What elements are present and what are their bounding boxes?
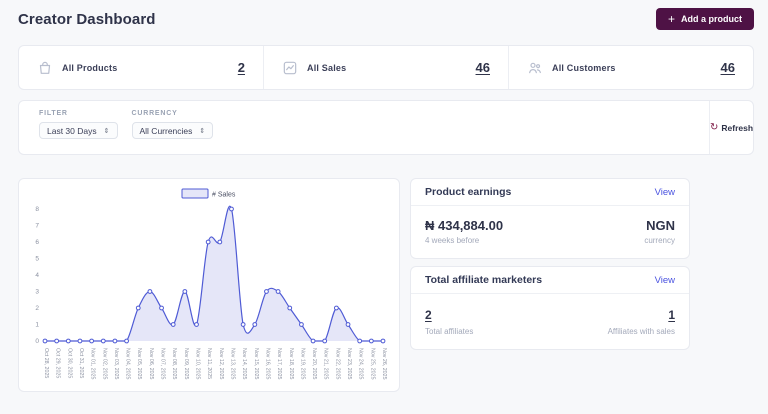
bag-icon (37, 60, 53, 76)
affiliate-marketers-card: Total affiliate marketers View 2 Total a… (410, 266, 690, 350)
svg-text:Oct 28, 2025: Oct 28, 2025 (43, 348, 49, 378)
filter-field: FILTER Last 30 Days ⇕ (39, 110, 118, 154)
svg-text:Nov 08, 2025: Nov 08, 2025 (171, 348, 177, 380)
all-products-count-link[interactable]: 2 (238, 60, 245, 75)
svg-text:Nov 07, 2025: Nov 07, 2025 (160, 348, 166, 380)
earnings-period: 4 weeks before (425, 236, 480, 245)
refresh-button[interactable]: ↻ Refresh (709, 121, 754, 133)
svg-text:Nov 13, 2025: Nov 13, 2025 (229, 348, 235, 380)
creator-dashboard-page: Creator Dashboard + Add a product All Pr… (0, 0, 768, 392)
card-header: Product earnings View (411, 179, 689, 206)
updown-arrows-icon: ⇕ (199, 127, 206, 135)
filter-select-value: Last 30 Days (47, 125, 97, 136)
svg-text:4: 4 (35, 272, 39, 279)
main-content: 0 1 2 3 4 5 6 7 8 Oct 28, 2025 Oct 29, 2025 Oct 30,… (18, 178, 754, 392)
stats-row: All Products 2 All Sales 46 All Customer… (18, 45, 754, 90)
filter-fields: FILTER Last 30 Days ⇕ CURRENCY All Curre… (19, 101, 709, 154)
svg-text:Nov 14, 2025: Nov 14, 2025 (241, 348, 247, 380)
svg-text:0: 0 (35, 338, 39, 345)
stat-all-customers: All Customers 46 (509, 46, 753, 89)
svg-text:2: 2 (35, 305, 39, 312)
stat-label: All Sales (307, 62, 347, 73)
svg-text:Nov 03, 2025: Nov 03, 2025 (113, 348, 119, 380)
svg-text:Nov 19, 2025: Nov 19, 2025 (299, 348, 305, 380)
svg-text:8: 8 (35, 206, 39, 213)
svg-text:Nov 09, 2025: Nov 09, 2025 (183, 348, 189, 380)
svg-text:Nov 15, 2025: Nov 15, 2025 (253, 348, 259, 380)
svg-text:1: 1 (35, 322, 39, 329)
all-sales-count-link[interactable]: 46 (476, 60, 490, 75)
svg-text:Nov 04, 2025: Nov 04, 2025 (125, 348, 131, 380)
add-product-button[interactable]: + Add a product (655, 8, 754, 30)
svg-text:Nov 26, 2025: Nov 26, 2025 (381, 348, 387, 380)
refresh-section: ↻ Refresh (709, 101, 753, 154)
svg-text:Nov 21, 2025: Nov 21, 2025 (323, 348, 329, 380)
svg-text:Oct 29, 2025: Oct 29, 2025 (55, 348, 61, 378)
currency-field: CURRENCY All Currencies ⇕ (131, 110, 214, 154)
card-title: Product earnings (425, 186, 512, 198)
svg-text:Oct 31, 2025: Oct 31, 2025 (78, 348, 84, 378)
svg-text:Nov 10, 2025: Nov 10, 2025 (195, 348, 201, 380)
svg-text:Nov 11, 2025: Nov 11, 2025 (206, 348, 212, 379)
stat-all-products: All Products 2 (19, 46, 263, 89)
updown-arrows-icon: ⇕ (103, 127, 110, 135)
card-body: ₦ 434,884.00 4 weeks before NGN currency (411, 206, 689, 258)
svg-text:Nov 06, 2025: Nov 06, 2025 (148, 348, 154, 380)
svg-text:Nov 12, 2025: Nov 12, 2025 (218, 348, 224, 380)
affiliates-with-sales-label: Affiliates with sales (607, 327, 675, 336)
currency-caption: currency (644, 236, 675, 245)
top-bar: Creator Dashboard + Add a product (18, 0, 754, 38)
product-earnings-card: Product earnings View ₦ 434,884.00 4 wee… (410, 178, 690, 259)
stat-label: All Products (62, 62, 118, 73)
earnings-amount: ₦ 434,884.00 (425, 218, 504, 233)
currency-select[interactable]: All Currencies ⇕ (131, 122, 214, 139)
currency-label: CURRENCY (131, 110, 178, 117)
svg-text:5: 5 (35, 256, 39, 263)
svg-text:Nov 17, 2025: Nov 17, 2025 (276, 348, 282, 380)
card-header: Total affiliate marketers View (411, 267, 689, 294)
svg-text:Nov 20, 2025: Nov 20, 2025 (311, 348, 317, 380)
sales-chart-card: 0 1 2 3 4 5 6 7 8 Oct 28, 2025 Oct 29, 2025 Oct 30,… (18, 178, 400, 392)
view-affiliates-link[interactable]: View (655, 275, 675, 286)
chart-icon (282, 60, 298, 76)
affiliates-with-sales-count-link[interactable]: 1 (668, 308, 675, 322)
svg-text:Nov 23, 2025: Nov 23, 2025 (346, 348, 352, 380)
stat-all-sales: All Sales 46 (264, 46, 508, 89)
svg-text:7: 7 (35, 223, 39, 230)
stat-label: All Customers (552, 62, 616, 73)
svg-text:Nov 01, 2025: Nov 01, 2025 (90, 348, 96, 380)
total-affiliates-label: Total affiliates (425, 327, 474, 336)
svg-text:6: 6 (35, 239, 39, 246)
right-column: Product earnings View ₦ 434,884.00 4 wee… (410, 178, 690, 350)
total-affiliates-count-link[interactable]: 2 (425, 308, 432, 322)
view-earnings-link[interactable]: View (655, 187, 675, 198)
svg-text:Nov 25, 2025: Nov 25, 2025 (369, 348, 375, 380)
refresh-label: Refresh (721, 122, 754, 133)
card-body: 2 Total affiliates 1 Affiliates with sal… (411, 294, 689, 349)
currency-code: NGN (646, 218, 675, 233)
svg-text:3: 3 (35, 289, 39, 296)
svg-text:Nov 16, 2025: Nov 16, 2025 (264, 348, 270, 380)
users-icon (527, 60, 543, 76)
currency-select-value: All Currencies (139, 125, 193, 136)
page-title: Creator Dashboard (18, 10, 156, 28)
svg-text:Nov 02, 2025: Nov 02, 2025 (101, 348, 107, 380)
sales-chart: 0 1 2 3 4 5 6 7 8 Oct 28, 2025 Oct 29, 2025 Oct 30,… (35, 188, 387, 380)
svg-text:Nov 18, 2025: Nov 18, 2025 (288, 348, 294, 380)
filter-select[interactable]: Last 30 Days ⇕ (39, 122, 118, 139)
card-title: Total affiliate marketers (425, 274, 543, 286)
svg-text:Oct 30, 2025: Oct 30, 2025 (66, 348, 72, 378)
filter-bar: FILTER Last 30 Days ⇕ CURRENCY All Curre… (18, 100, 754, 155)
refresh-icon: ↻ (709, 121, 719, 133)
add-product-label: Add a product (681, 14, 742, 24)
svg-text:Nov 24, 2025: Nov 24, 2025 (358, 348, 364, 380)
plus-icon: + (667, 12, 675, 26)
svg-text:Nov 22, 2025: Nov 22, 2025 (334, 348, 340, 380)
filter-label: FILTER (39, 110, 68, 117)
svg-text:# Sales: # Sales (212, 192, 236, 199)
all-customers-count-link[interactable]: 46 (721, 60, 735, 75)
svg-text:Nov 05, 2025: Nov 05, 2025 (136, 348, 142, 380)
